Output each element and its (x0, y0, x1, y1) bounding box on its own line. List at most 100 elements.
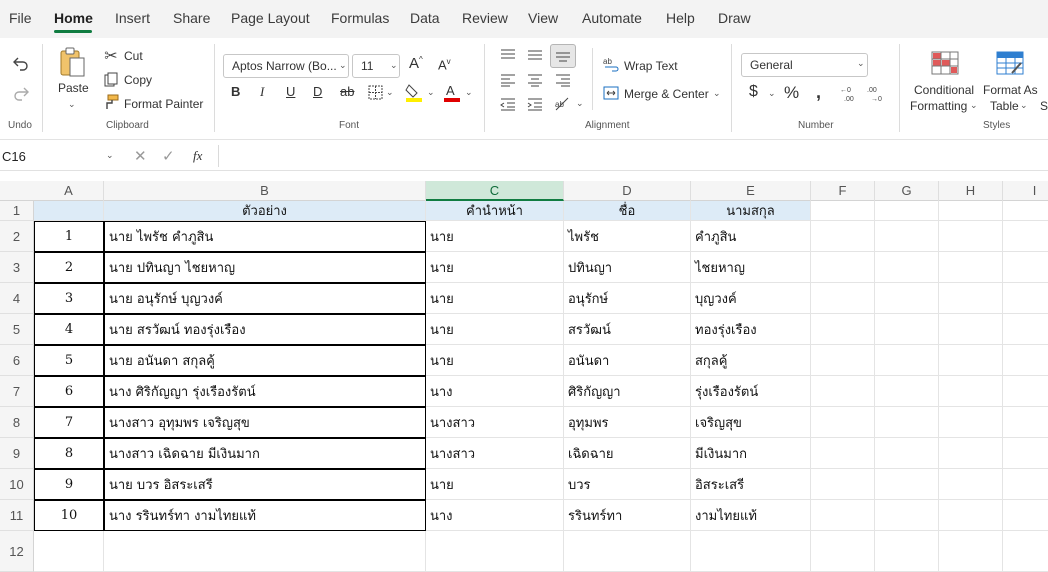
grid-cell[interactable] (939, 469, 1003, 500)
grid-cell[interactable] (811, 500, 875, 531)
grid-cell[interactable] (939, 376, 1003, 407)
row-header[interactable]: 12 (0, 531, 34, 572)
table-cell-b[interactable]: นาง ศิริกัญญา รุ่งเรืองรัตน์ (104, 376, 426, 407)
wrap-text-icon[interactable]: ab (602, 55, 620, 73)
table-cell-d[interactable]: อุทุมพร (564, 407, 691, 438)
tab-review[interactable]: Review (462, 10, 508, 26)
table-cell-b[interactable]: นางสาว เฉิดฉาย มีเงินมาก (104, 438, 426, 469)
conditional-formatting-label-1[interactable]: Conditional (914, 83, 974, 97)
row-header[interactable]: 2 (0, 221, 34, 252)
table-cell-d[interactable]: สรวัฒน์ (564, 314, 691, 345)
increase-decimal-icon[interactable]: ←0.00 (840, 84, 860, 102)
table-cell-b[interactable]: นาย สรวัฒน์ ทองรุ่งเรือง (104, 314, 426, 345)
table-cell-c[interactable]: นาย (426, 221, 564, 252)
grid-cell[interactable] (875, 221, 939, 252)
grid-cell[interactable] (875, 469, 939, 500)
grid-cell[interactable] (939, 438, 1003, 469)
header-cell-c[interactable]: คำนำหน้า (426, 201, 564, 221)
format-as-table-label-2[interactable]: Table (990, 99, 1019, 113)
table-cell-e[interactable]: เจริญสุข (691, 407, 811, 438)
table-cell-b[interactable]: นาย อนุรักษ์ บุญวงค์ (104, 283, 426, 314)
decrease-indent-icon[interactable] (498, 95, 518, 113)
align-left-icon[interactable] (498, 71, 518, 89)
column-header-i[interactable]: I (1003, 181, 1048, 201)
table-cell-b[interactable]: นาย อนันดา สกุลคู้ (104, 345, 426, 376)
column-header-a[interactable]: A (34, 181, 104, 201)
grid-cell[interactable] (811, 283, 875, 314)
tab-view[interactable]: View (528, 10, 558, 26)
table-cell-e[interactable]: มีเงินมาก (691, 438, 811, 469)
table-cell-c[interactable]: นาย (426, 469, 564, 500)
table-cell-e[interactable]: รุ่งเรืองรัตน์ (691, 376, 811, 407)
tab-file[interactable]: File (9, 10, 32, 26)
grid-cell[interactable] (1003, 500, 1048, 531)
grid-cell[interactable] (875, 314, 939, 345)
table-cell-d[interactable]: อนันดา (564, 345, 691, 376)
cut-button[interactable]: Cut (124, 49, 143, 63)
table-cell-e[interactable]: สกุลคู้ (691, 345, 811, 376)
copy-button[interactable]: Copy (124, 73, 152, 87)
align-center-icon[interactable] (525, 71, 545, 89)
borders-chevron-icon[interactable]: ⌄ (386, 87, 394, 98)
grid-cell[interactable] (875, 407, 939, 438)
row-header[interactable]: 11 (0, 500, 34, 531)
copy-icon[interactable] (102, 71, 120, 87)
table-cell-b[interactable]: นาย บวร อิสระเสรี (104, 469, 426, 500)
column-header-f[interactable]: F (811, 181, 875, 201)
table-cell-c[interactable]: นาง (426, 500, 564, 531)
format-painter-icon[interactable] (102, 94, 120, 110)
tab-automate[interactable]: Automate (582, 10, 642, 26)
grid-cell[interactable] (34, 201, 104, 221)
fill-color-chevron-icon[interactable]: ⌄ (427, 87, 435, 98)
number-format-select[interactable]: General (741, 53, 868, 77)
table-cell-b[interactable]: นางสาว อุทุมพร เจริญสุข (104, 407, 426, 438)
grid-cell[interactable] (1003, 252, 1048, 283)
column-header-e[interactable]: E (691, 181, 811, 201)
table-cell-d[interactable]: บวร (564, 469, 691, 500)
table-cell-d[interactable]: ปทินญา (564, 252, 691, 283)
grid-cell[interactable] (811, 531, 875, 572)
table-cell-a[interactable]: 8 (34, 438, 104, 469)
percent-icon[interactable]: % (784, 83, 799, 103)
table-cell-c[interactable]: นาย (426, 345, 564, 376)
conditional-formatting-label-2[interactable]: Formatting (910, 99, 967, 113)
header-cell-d[interactable]: ชื่อ (564, 201, 691, 221)
format-as-table-label-1[interactable]: Format As (983, 83, 1038, 97)
grid-cell[interactable] (1003, 221, 1048, 252)
grid-cell[interactable] (1003, 407, 1048, 438)
grid-cell[interactable] (1003, 345, 1048, 376)
grid-cell[interactable] (811, 221, 875, 252)
grid-cell[interactable] (1003, 314, 1048, 345)
align-top-icon[interactable] (498, 46, 518, 64)
grid-cell[interactable] (939, 531, 1003, 572)
tab-home[interactable]: Home (54, 10, 93, 26)
grid-cell[interactable] (811, 252, 875, 283)
grid-cell[interactable] (939, 221, 1003, 252)
grid-cell[interactable] (875, 252, 939, 283)
grid-cell[interactable] (939, 314, 1003, 345)
grid-cell[interactable] (811, 376, 875, 407)
orientation-chevron-icon[interactable]: ⌄ (576, 98, 584, 109)
grid-cell[interactable] (811, 469, 875, 500)
table-cell-a[interactable]: 6 (34, 376, 104, 407)
undo-icon[interactable] (10, 52, 32, 74)
row-header[interactable]: 1 (0, 201, 34, 221)
grid-cell[interactable] (1003, 376, 1048, 407)
table-cell-c[interactable]: นางสาว (426, 407, 564, 438)
name-box-chevron-icon[interactable]: ⌄ (106, 150, 114, 161)
grid-cell[interactable] (939, 500, 1003, 531)
font-name-chevron-icon[interactable]: ⌄ (339, 60, 347, 71)
table-cell-d[interactable]: อนุรักษ์ (564, 283, 691, 314)
column-header-h[interactable]: H (939, 181, 1003, 201)
table-cell-e[interactable]: ไชยหาญ (691, 252, 811, 283)
column-header-b[interactable]: B (104, 181, 426, 201)
cell-styles-label-partial[interactable]: St (1040, 99, 1048, 113)
font-color-icon[interactable]: A (443, 82, 461, 102)
grid-cell[interactable] (875, 345, 939, 376)
strikethrough-icon[interactable]: ab (340, 84, 354, 99)
grid-cell[interactable] (939, 345, 1003, 376)
tab-data[interactable]: Data (410, 10, 440, 26)
table-cell-d[interactable]: ไพรัช (564, 221, 691, 252)
tab-share[interactable]: Share (173, 10, 210, 26)
number-format-chevron-icon[interactable]: ⌄ (857, 58, 865, 69)
